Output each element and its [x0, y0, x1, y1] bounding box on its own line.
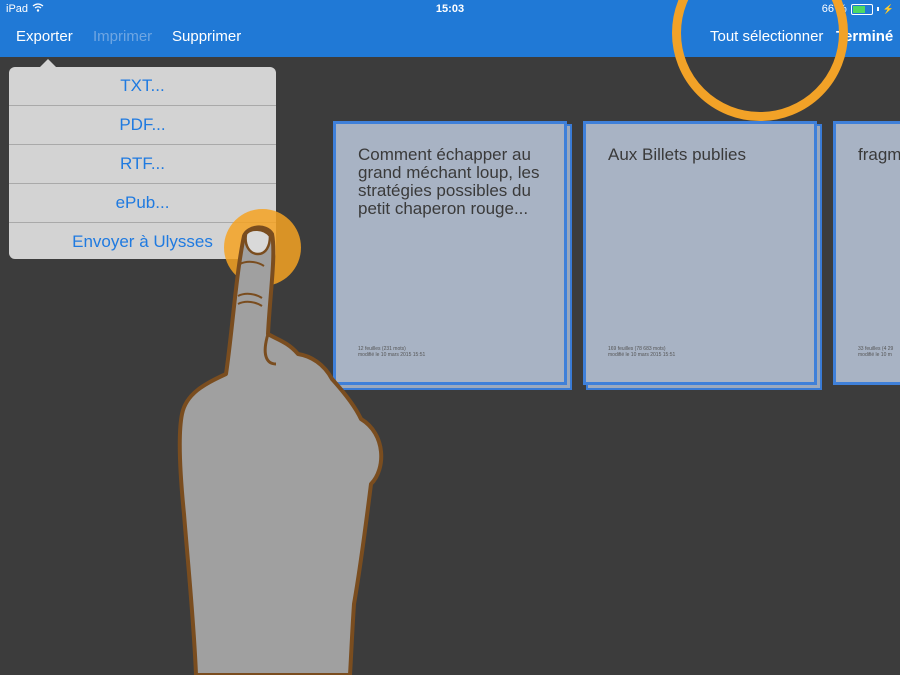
card-meta: 33 feuilles (4 29 modifié le 10 m: [858, 346, 893, 358]
card-title: fragm: [858, 145, 900, 164]
popover-arrow: [39, 59, 57, 68]
export-rtf-item[interactable]: RTF...: [9, 145, 276, 184]
card-meta-line: modifié le 10 mars 2015 15:51: [608, 352, 676, 358]
export-button[interactable]: Exporter: [16, 28, 73, 45]
card-meta-line: modifié le 10 m: [858, 352, 892, 358]
export-txt-item[interactable]: TXT...: [9, 67, 276, 106]
card-title: Aux Billets publies: [608, 145, 746, 164]
battery-tip: [876, 7, 879, 11]
print-button[interactable]: Imprimer: [93, 28, 152, 45]
pointing-hand-icon: [177, 225, 384, 675]
card-meta: 169 feuilles (78 683 mots) modifié le 10…: [608, 346, 675, 358]
card-title: Comment échapper au grand méchant loup, …: [358, 145, 540, 218]
highlight-ring: [672, 0, 848, 121]
document-card[interactable]: fragm 33 feuilles (4 29 modifié le 10 m: [833, 121, 900, 385]
card-face: fragm 33 feuilles (4 29 modifié le 10 m: [833, 121, 900, 385]
export-epub-item[interactable]: ePub...: [9, 184, 276, 223]
battery-icon: [850, 3, 873, 15]
export-pdf-item[interactable]: PDF...: [9, 106, 276, 145]
battery-level-fill: [852, 5, 865, 13]
card-face: Aux Billets publies 169 feuilles (78 683…: [583, 121, 817, 385]
delete-button[interactable]: Supprimer: [172, 28, 241, 45]
document-card[interactable]: Aux Billets publies 169 feuilles (78 683…: [583, 121, 822, 390]
charging-icon: ⚡: [882, 3, 894, 14]
